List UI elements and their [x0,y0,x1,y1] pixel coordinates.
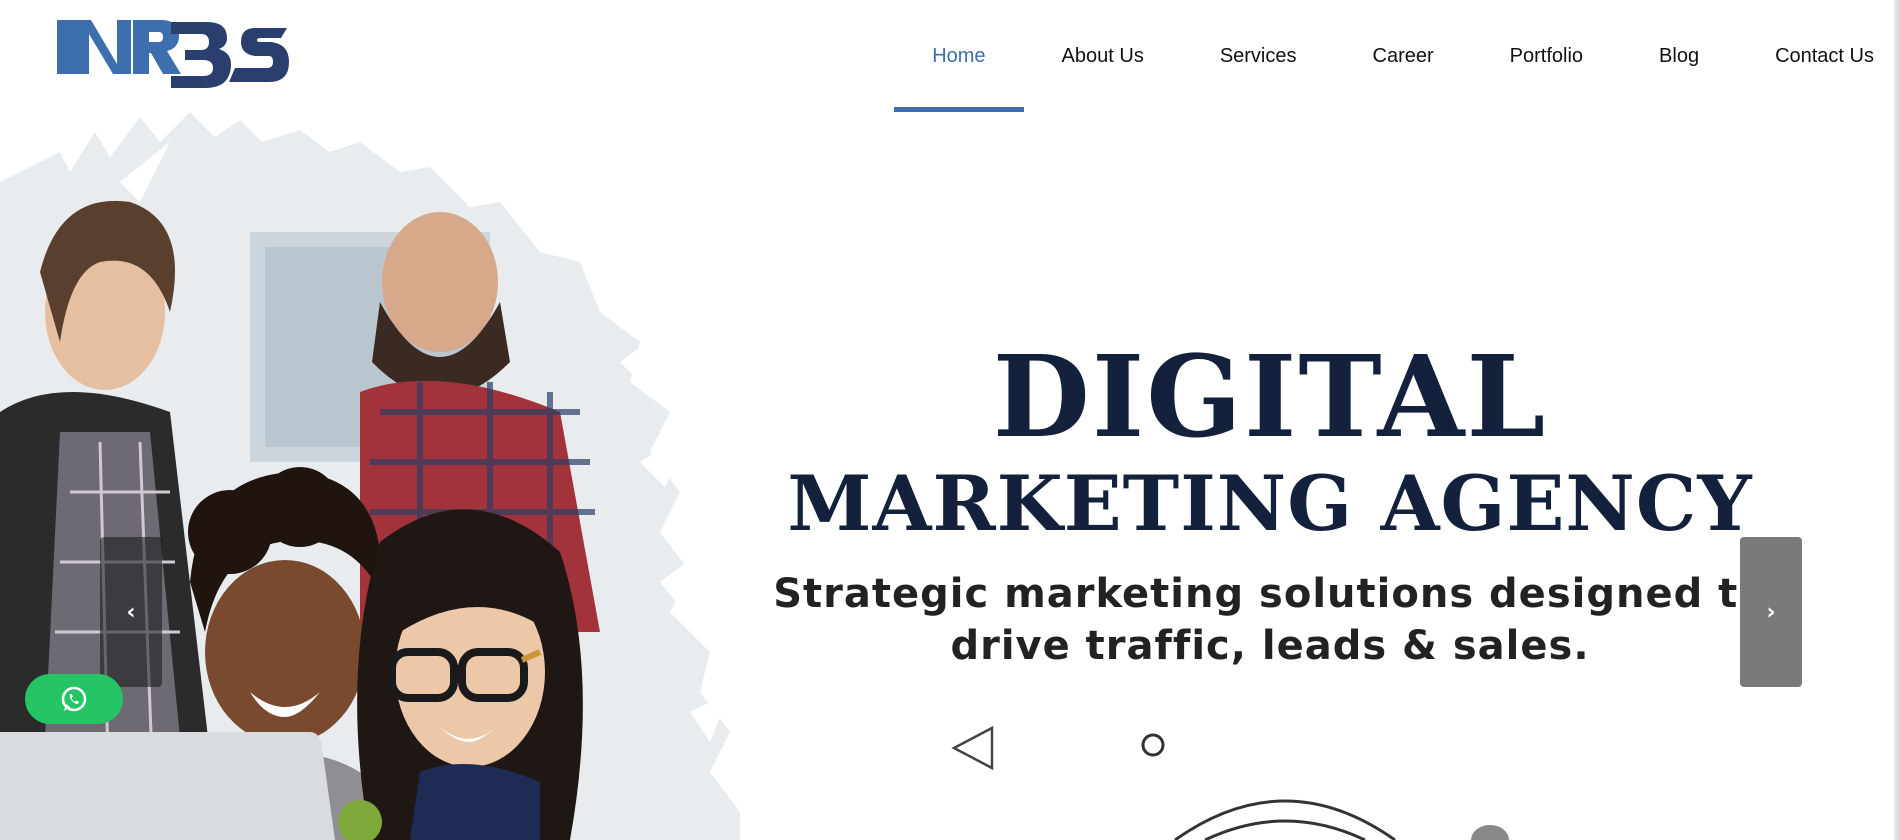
nav-item-portfolio[interactable]: Portfolio [1472,0,1621,112]
nav-item-career[interactable]: Career [1335,0,1472,112]
dot-decoration [1471,825,1509,840]
nav-item-label: Contact Us [1775,44,1874,67]
nav-item-label: Home [932,44,986,67]
triangle-decoration [951,725,994,771]
main-nav: Home About Us Services Career Portfolio … [894,0,1874,112]
hero-slider: DIGITAL MARKETING AGENCY Strategic marke… [0,112,1900,840]
team-photo [0,112,740,840]
chevron-left-icon: ‹ [126,599,136,625]
chevron-right-icon: › [1766,599,1776,625]
nav-item-label: Portfolio [1509,44,1584,67]
hero-subtitle-line-2: drive traffic, leads & sales. [950,623,1590,669]
arc-decoration [1174,799,1396,840]
nav-item-services[interactable]: Services [1182,0,1335,112]
page-edge-shadow [1894,0,1900,840]
nav-item-about-us[interactable]: About Us [1024,0,1182,112]
nav-item-label: About Us [1061,44,1144,67]
nav-item-blog[interactable]: Blog [1621,0,1737,112]
whatsapp-button[interactable] [25,674,123,724]
hero-subtitle-line-1: Strategic marketing solutions designed t… [773,571,1767,617]
nav-item-label: Blog [1659,44,1700,67]
whatsapp-icon [61,686,87,712]
nav-item-contact-us[interactable]: Contact Us [1737,0,1874,112]
hero-title-line-1: DIGITAL [992,332,1548,463]
slider-next-button[interactable]: › [1740,537,1802,687]
slider-prev-button[interactable]: ‹ [100,537,162,687]
nav-item-label: Career [1372,44,1434,67]
nav-item-label: Services [1219,44,1297,67]
hero-title-line-2: MARKETING AGENCY [787,459,1753,548]
circle-decoration [1141,733,1165,757]
nrbs-logo[interactable] [55,16,290,94]
hero-headline: DIGITAL MARKETING AGENCY Strategic marke… [740,342,1800,672]
active-indicator [894,107,1024,112]
nav-item-home[interactable]: Home [894,0,1024,112]
site-header: Home About Us Services Career Portfolio … [0,0,1900,112]
